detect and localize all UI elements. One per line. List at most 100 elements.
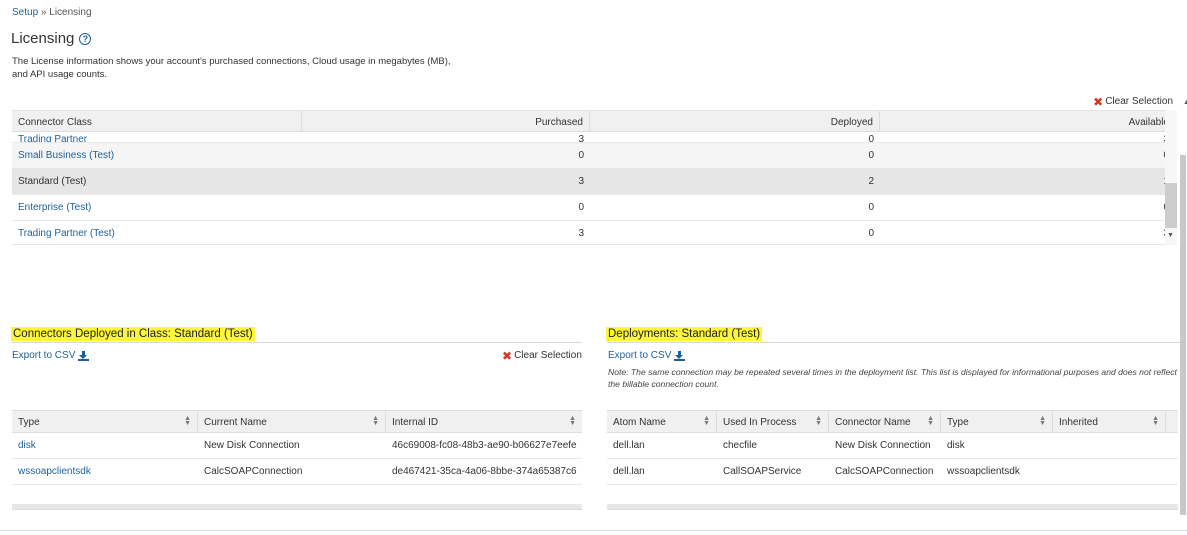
connector-class-link[interactable]: Small Business (Test) bbox=[12, 150, 302, 161]
column-header-inherited[interactable]: Inherited ▲ ▼ bbox=[1053, 411, 1166, 432]
deployments-grid-horizontal-scrollbar[interactable] bbox=[607, 504, 1178, 509]
type-cell: wssoapclientsdk bbox=[947, 466, 1020, 477]
column-header-atom-name[interactable]: Atom Name ▲ ▼ bbox=[607, 411, 717, 432]
deployments-section-divider bbox=[607, 342, 1180, 343]
type-cell: disk bbox=[947, 440, 965, 451]
table-row-selected[interactable]: Standard (Test) 3 2 1 bbox=[12, 169, 1175, 195]
page-bottom-divider bbox=[0, 530, 1187, 531]
deployments-note: Note: The same connection may be repeate… bbox=[608, 367, 1177, 389]
column-header-type[interactable]: Type ▲ ▼ bbox=[12, 411, 198, 432]
deployments-export-csv-link[interactable]: Export to CSV bbox=[608, 350, 686, 361]
deployed-cell: 0 bbox=[868, 228, 874, 239]
table-row[interactable]: disk New Disk Connection 46c69008-fc08-4… bbox=[12, 433, 582, 459]
purchased-cell: 3 bbox=[578, 176, 584, 187]
connector-class-name[interactable]: Standard (Test) bbox=[12, 176, 302, 187]
connectors-clear-selection-button[interactable]: ✖ Clear Selection bbox=[502, 348, 582, 363]
connector-name-cell: CalcSOAPConnection bbox=[835, 466, 934, 477]
sort-icon[interactable]: ▲ ▼ bbox=[1039, 415, 1046, 427]
connector-name-cell: New Disk Connection bbox=[835, 440, 931, 451]
page-title: Licensing ? bbox=[11, 30, 92, 47]
connectors-grid-header: Type ▲ ▼ Current Name ▲ ▼ Internal ID ▲ ▼ bbox=[12, 410, 582, 433]
page-title-text: Licensing bbox=[11, 30, 75, 47]
download-icon bbox=[78, 350, 90, 361]
sort-icon[interactable]: ▲ ▼ bbox=[927, 415, 934, 427]
scroll-up-arrow-icon[interactable]: ▲ bbox=[1183, 99, 1187, 106]
table-row[interactable]: Trading Partner (Test) 3 0 3 bbox=[12, 221, 1175, 244]
sort-icon[interactable]: ▲ ▼ bbox=[372, 415, 379, 427]
atom-name-cell: dell.lan bbox=[613, 466, 645, 477]
column-header-deployed[interactable]: Deployed bbox=[590, 111, 880, 131]
license-grid: Connector Class Purchased Deployed Avail… bbox=[12, 110, 1175, 245]
deployed-cell: 2 bbox=[868, 176, 874, 187]
table-row[interactable]: wssoapclientsdk CalcSOAPConnection de467… bbox=[12, 459, 582, 485]
table-row[interactable]: dell.lan checfile New Disk Connection di… bbox=[607, 433, 1178, 459]
internal-id-cell: de467421-35ca-4a06-8bbe-374a65387c6 bbox=[392, 466, 577, 477]
column-header-available[interactable]: Available bbox=[880, 111, 1175, 131]
used-in-process-cell: CallSOAPService bbox=[723, 466, 802, 477]
available-cell: 3 bbox=[880, 134, 1175, 142]
breadcrumb-setup-link[interactable]: Setup bbox=[12, 7, 38, 18]
sort-icon[interactable]: ▲ ▼ bbox=[815, 415, 822, 427]
sort-icon[interactable]: ▲ ▼ bbox=[184, 415, 191, 427]
column-header-type[interactable]: Type ▲ ▼ bbox=[941, 411, 1053, 432]
available-cell: 1 bbox=[880, 176, 1175, 187]
purchased-cell: 3 bbox=[578, 134, 584, 143]
license-clear-selection-button[interactable]: ✖ Clear Selection bbox=[1093, 94, 1173, 109]
table-row-partial[interactable]: Trading Partner 3 0 3 bbox=[12, 132, 1175, 143]
available-cell: 0 bbox=[880, 150, 1175, 161]
connectors-export-csv-link[interactable]: Export to CSV bbox=[12, 350, 90, 361]
purchased-cell: 3 bbox=[578, 228, 584, 239]
page-scrollbar-thumb[interactable] bbox=[1180, 155, 1186, 515]
download-icon bbox=[674, 350, 686, 361]
breadcrumb: Setup » Licensing bbox=[12, 7, 92, 18]
connectors-section-title: Connectors Deployed in Class: Standard (… bbox=[11, 327, 255, 341]
connector-class-link[interactable]: Trading Partner (Test) bbox=[12, 228, 302, 239]
deployments-section-title: Deployments: Standard (Test) bbox=[606, 327, 763, 341]
connectors-section-divider bbox=[12, 342, 582, 343]
connector-class-link[interactable]: Trading Partner bbox=[12, 134, 302, 142]
table-row[interactable]: Enterprise (Test) 0 0 0 bbox=[12, 195, 1175, 221]
atom-name-cell: dell.lan bbox=[613, 440, 645, 451]
clear-selection-label: Clear Selection bbox=[514, 350, 582, 361]
current-name-cell: New Disk Connection bbox=[204, 440, 300, 451]
purchased-cell: 0 bbox=[578, 150, 584, 161]
used-in-process-cell: checfile bbox=[723, 440, 757, 451]
page-description: The License information shows your accou… bbox=[12, 56, 451, 80]
available-cell: 3 bbox=[880, 228, 1175, 239]
current-name-cell: CalcSOAPConnection bbox=[204, 466, 303, 477]
column-header-purchased[interactable]: Purchased bbox=[302, 111, 590, 131]
clear-x-icon: ✖ bbox=[1093, 94, 1104, 109]
table-row[interactable]: dell.lan CallSOAPService CalcSOAPConnect… bbox=[607, 459, 1178, 485]
connector-class-link[interactable]: Enterprise (Test) bbox=[12, 202, 302, 213]
deployments-grid: Atom Name ▲ ▼ Used In Process ▲ ▼ Connector … bbox=[607, 410, 1178, 510]
deployed-cell: 0 bbox=[868, 134, 874, 143]
connectors-grid-horizontal-scrollbar[interactable] bbox=[12, 504, 582, 509]
breadcrumb-current: Licensing bbox=[49, 7, 92, 18]
license-grid-header: Connector Class Purchased Deployed Avail… bbox=[12, 110, 1175, 132]
export-csv-label: Export to CSV bbox=[12, 350, 76, 361]
connector-type-link[interactable]: disk bbox=[12, 440, 198, 451]
column-header-connector-class[interactable]: Connector Class bbox=[12, 111, 302, 131]
table-row[interactable]: Small Business (Test) 0 0 0 bbox=[12, 143, 1175, 169]
connector-type-link[interactable]: wssoapclientsdk bbox=[12, 466, 198, 477]
breadcrumb-separator: » bbox=[38, 7, 50, 18]
column-header-internal-id[interactable]: Internal ID ▲ ▼ bbox=[386, 411, 582, 432]
internal-id-cell: 46c69008-fc08-48b3-ae90-b06627e7eefe bbox=[392, 440, 577, 451]
clear-x-icon: ✖ bbox=[502, 348, 513, 363]
column-header-current-name[interactable]: Current Name ▲ ▼ bbox=[198, 411, 386, 432]
purchased-cell: 0 bbox=[578, 202, 584, 213]
clear-selection-label: Clear Selection bbox=[1105, 96, 1173, 107]
deployed-cell: 0 bbox=[868, 202, 874, 213]
deployed-cell: 0 bbox=[868, 150, 874, 161]
sort-icon[interactable]: ▲ ▼ bbox=[569, 415, 576, 427]
connectors-grid: Type ▲ ▼ Current Name ▲ ▼ Internal ID ▲ ▼ disk… bbox=[12, 410, 582, 510]
sort-icon[interactable]: ▲ ▼ bbox=[703, 415, 710, 427]
sort-icon[interactable]: ▲ ▼ bbox=[1152, 415, 1159, 427]
scroll-down-arrow-icon[interactable]: ▼ bbox=[1167, 232, 1174, 239]
column-header-used-in-process[interactable]: Used In Process ▲ ▼ bbox=[717, 411, 829, 432]
available-cell: 0 bbox=[880, 202, 1175, 213]
license-grid-scrollbar-thumb[interactable] bbox=[1165, 183, 1177, 228]
export-csv-label: Export to CSV bbox=[608, 350, 672, 361]
help-icon[interactable]: ? bbox=[79, 32, 92, 45]
column-header-connector-name[interactable]: Connector Name ▲ ▼ bbox=[829, 411, 941, 432]
